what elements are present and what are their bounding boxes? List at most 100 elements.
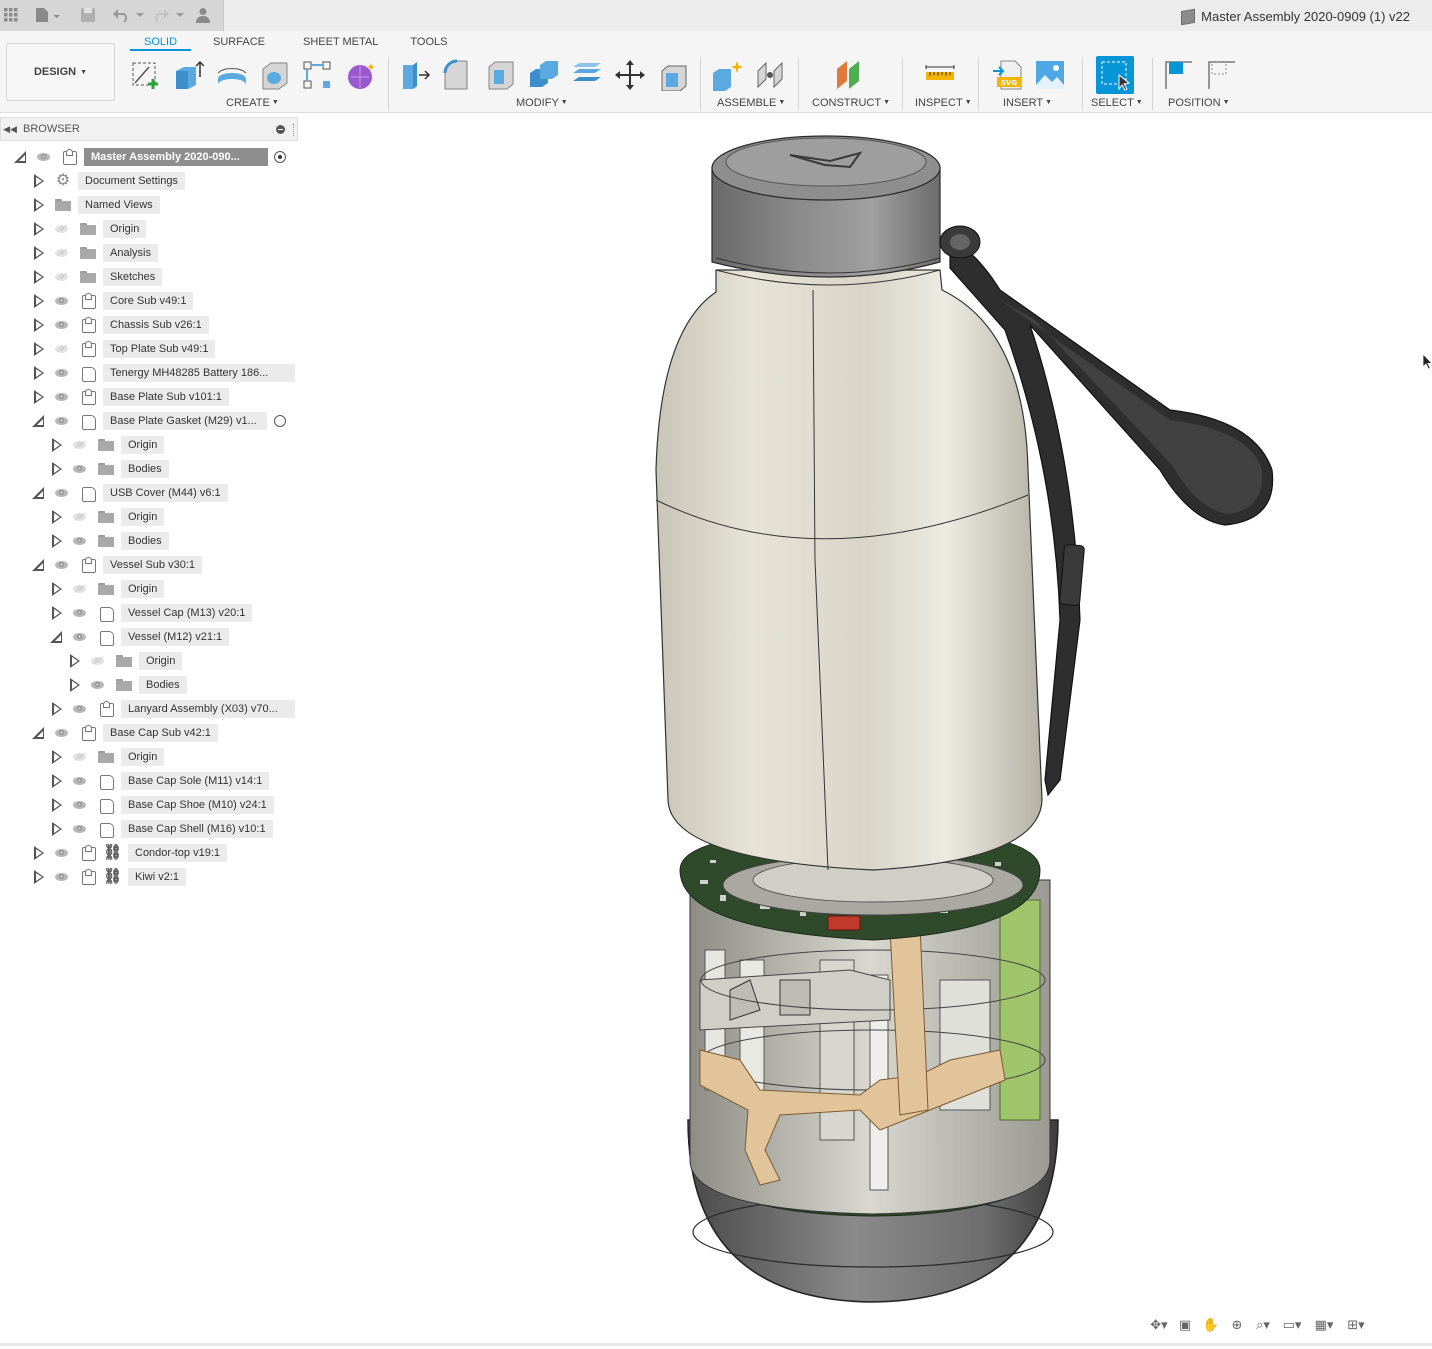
look-at-icon[interactable]: ▣: [1174, 1317, 1196, 1335]
visibility-eye-icon[interactable]: [54, 223, 70, 235]
user-icon[interactable]: [196, 6, 210, 24]
tree-item-base-plate-gasket[interactable]: Base Plate Gasket (M29) v1...: [0, 409, 298, 433]
tab-sheet-metal[interactable]: SHEET METAL: [289, 35, 392, 51]
create-sketch-icon[interactable]: [128, 58, 162, 92]
offset-plane-icon[interactable]: [832, 58, 866, 92]
insert-svg-icon[interactable]: SVG: [990, 58, 1024, 92]
workspace-switcher[interactable]: DESIGN ▼: [6, 43, 115, 101]
visibility-eye-icon[interactable]: [72, 535, 88, 547]
expand-toggle-icon[interactable]: [32, 366, 44, 380]
revolve-icon[interactable]: [215, 58, 249, 92]
expand-toggle-icon[interactable]: [68, 678, 80, 692]
tree-item-origin[interactable]: Origin: [0, 649, 298, 673]
visibility-eye-icon[interactable]: [72, 583, 88, 595]
tree-item-named-views[interactable]: Named Views: [0, 193, 298, 217]
expand-toggle-icon[interactable]: [32, 727, 44, 739]
viewports-icon[interactable]: ⊞▾: [1342, 1317, 1370, 1335]
visibility-eye-icon[interactable]: [72, 703, 88, 715]
app-grid-icon[interactable]: [4, 6, 18, 24]
visibility-eye-icon[interactable]: [54, 271, 70, 283]
pan-icon[interactable]: ✋: [1200, 1317, 1222, 1335]
expand-toggle-icon[interactable]: [50, 606, 62, 620]
expand-toggle-icon[interactable]: [50, 510, 62, 524]
tree-item-core-sub[interactable]: Core Sub v49:1: [0, 289, 298, 313]
tree-item-origin[interactable]: Origin: [0, 433, 298, 457]
visibility-eye-icon[interactable]: [72, 511, 88, 523]
insert-image-icon[interactable]: [1033, 58, 1067, 92]
scale-icon[interactable]: [657, 58, 691, 92]
construct-menu[interactable]: CONSTRUCT ▼: [812, 97, 890, 109]
tree-item-sketches[interactable]: Sketches: [0, 265, 298, 289]
expand-toggle-icon[interactable]: [68, 654, 80, 668]
expand-toggle-icon[interactable]: [50, 798, 62, 812]
collapse-panel-icon[interactable]: ◀◀: [1, 124, 19, 135]
expand-toggle-icon[interactable]: [32, 870, 44, 884]
tab-tools[interactable]: TOOLS: [396, 35, 461, 51]
tree-item-bodies[interactable]: Bodies: [0, 457, 298, 481]
inspect-menu[interactable]: INSPECT ▼: [915, 97, 972, 109]
orbit-icon[interactable]: ✥▾: [1148, 1317, 1170, 1335]
zoom-icon[interactable]: ⊕: [1226, 1317, 1248, 1335]
file-menu-icon[interactable]: [35, 6, 61, 24]
hole-icon[interactable]: [258, 58, 292, 92]
move-icon[interactable]: [613, 58, 647, 92]
tree-item-vessel-cap[interactable]: Vessel Cap (M13) v20:1: [0, 601, 298, 625]
tree-item-base-cap-sole[interactable]: Base Cap Sole (M11) v14:1: [0, 769, 298, 793]
tree-item-battery[interactable]: Tenergy MH48285 Battery 186...: [0, 361, 298, 385]
expand-toggle-icon[interactable]: [32, 174, 44, 188]
minimize-icon[interactable]: [276, 125, 285, 134]
modify-menu[interactable]: MODIFY ▼: [516, 97, 568, 109]
press-pull-icon[interactable]: [398, 58, 432, 92]
expand-toggle-icon[interactable]: [50, 631, 62, 643]
extrude-icon[interactable]: [171, 58, 205, 92]
expand-toggle-icon[interactable]: [32, 198, 44, 212]
resize-handle[interactable]: [293, 124, 295, 136]
tree-item-bodies[interactable]: Bodies: [0, 673, 298, 697]
select-tool-icon[interactable]: [1096, 56, 1134, 94]
visibility-eye-icon[interactable]: [54, 247, 70, 259]
visibility-eye-icon[interactable]: [36, 151, 52, 163]
visibility-eye-icon[interactable]: [54, 319, 70, 331]
activate-radio[interactable]: [274, 415, 286, 427]
tree-item-analysis[interactable]: Analysis: [0, 241, 298, 265]
visibility-eye-icon[interactable]: [54, 343, 70, 355]
visibility-eye-icon[interactable]: [72, 463, 88, 475]
tree-item-origin[interactable]: Origin: [0, 745, 298, 769]
tab-solid[interactable]: SOLID: [130, 35, 192, 51]
expand-toggle-icon[interactable]: [32, 559, 44, 571]
expand-toggle-icon[interactable]: [32, 390, 44, 404]
expand-toggle-icon[interactable]: [50, 702, 62, 716]
undo-icon[interactable]: [112, 6, 146, 24]
tree-item-condor-top[interactable]: ⛓ Condor-top v19:1: [0, 841, 298, 865]
tree-item-lanyard-assembly[interactable]: Lanyard Assembly (X03) v70...: [0, 697, 298, 721]
visibility-eye-icon[interactable]: [54, 727, 70, 739]
expand-toggle-icon[interactable]: [50, 462, 62, 476]
tree-item-vessel-sub[interactable]: Vessel Sub v30:1: [0, 553, 298, 577]
visibility-eye-icon[interactable]: [72, 823, 88, 835]
activate-radio[interactable]: [274, 151, 286, 163]
joint-icon[interactable]: [753, 58, 787, 92]
offset-face-icon[interactable]: [570, 58, 604, 92]
expand-toggle-icon[interactable]: [50, 582, 62, 596]
3d-viewport[interactable]: [300, 114, 1432, 1344]
visibility-eye-icon[interactable]: [54, 295, 70, 307]
visibility-eye-icon[interactable]: [54, 487, 70, 499]
tree-item-vessel[interactable]: Vessel (M12) v21:1: [0, 625, 298, 649]
create-form-icon[interactable]: [344, 58, 378, 92]
visibility-eye-icon[interactable]: [72, 799, 88, 811]
create-menu[interactable]: CREATE ▼: [226, 97, 279, 109]
redo-icon[interactable]: [152, 6, 186, 24]
save-icon[interactable]: [80, 6, 96, 24]
visibility-eye-icon[interactable]: [72, 751, 88, 763]
expand-toggle-icon[interactable]: [32, 222, 44, 236]
capture-position-icon[interactable]: [1162, 58, 1196, 92]
insert-menu[interactable]: INSERT ▼: [1003, 97, 1052, 109]
expand-toggle-icon[interactable]: [32, 318, 44, 332]
tree-item-usb-cover[interactable]: USB Cover (M44) v6:1: [0, 481, 298, 505]
visibility-eye-icon[interactable]: [54, 847, 70, 859]
bottle-model[interactable]: [300, 114, 1432, 1344]
new-component-icon[interactable]: [710, 58, 744, 92]
fillet-icon[interactable]: [441, 58, 475, 92]
tree-item-document-settings[interactable]: ⚙ Document Settings: [0, 169, 298, 193]
visibility-eye-icon[interactable]: [54, 559, 70, 571]
